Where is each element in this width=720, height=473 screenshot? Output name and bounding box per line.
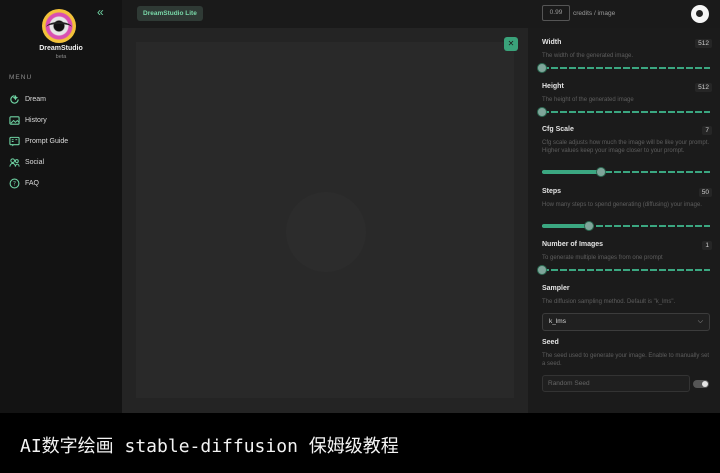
prompt-guide-icon (9, 136, 20, 147)
svg-text:?: ? (13, 181, 16, 188)
number-of-images-setting: Number of Images 1 To generate multiple … (537, 241, 712, 275)
seed-toggle[interactable] (693, 380, 709, 388)
steps-setting: Steps 50 How many steps to spend generat… (542, 188, 712, 231)
cfg-scale-value[interactable]: 7 (702, 126, 712, 135)
dreamstudio-logo (42, 9, 76, 43)
caption-band: AI数字绘画 stable-diffusion 保姆级教程 (0, 413, 720, 473)
height-value[interactable]: 512 (695, 83, 712, 92)
image-canvas[interactable] (136, 42, 514, 398)
steps-description: How many steps to spend generating (diff… (542, 202, 702, 208)
sidebar-item-label: FAQ (25, 180, 40, 187)
sampler-setting: Sampler The diffusion sampling method. D… (542, 285, 712, 331)
slider-thumb[interactable] (537, 107, 547, 117)
cfg-scale-description: Cfg scale adjusts how much the image wil… (542, 140, 710, 154)
sidebar-item-label: History (25, 117, 47, 124)
seed-description: The seed used to generate your image. En… (542, 353, 710, 367)
canvas-placeholder-graphic (286, 192, 366, 272)
height-description: The height of the generated image (542, 97, 634, 103)
width-description: The width of the generated image. (542, 53, 634, 59)
seed-input[interactable]: Random Seed (542, 375, 690, 392)
collapse-sidebar-icon[interactable]: « (97, 6, 109, 18)
steps-label: Steps (542, 188, 562, 195)
brand-name: DreamStudio (39, 45, 83, 52)
cfg-scale-slider[interactable] (542, 167, 710, 177)
number-of-images-value[interactable]: 1 (702, 241, 712, 250)
slider-thumb[interactable] (537, 265, 547, 275)
slider-thumb[interactable] (595, 167, 606, 177)
menu-heading: MENU (9, 74, 33, 81)
sidebar-nav: Dream History Prompt Guide Social ? FAQ (9, 89, 114, 194)
cfg-scale-label: Cfg Scale (542, 126, 574, 133)
width-slider[interactable] (537, 63, 710, 73)
dream-icon (9, 94, 20, 105)
number-of-images-slider[interactable] (537, 265, 710, 275)
slider-thumb[interactable] (537, 63, 547, 73)
sidebar-item-label: Prompt Guide (25, 138, 69, 145)
width-label: Width (542, 39, 562, 46)
faq-icon: ? (9, 178, 20, 189)
sidebar-item-label: Social (25, 159, 45, 166)
slider-thumb[interactable] (584, 221, 595, 231)
sidebar-item-faq[interactable]: ? FAQ (9, 173, 114, 194)
caption-text: AI数字绘画 stable-diffusion 保姆级教程 (20, 436, 399, 457)
history-icon (9, 115, 20, 126)
number-of-images-description: To generate multiple images from one pro… (542, 255, 663, 261)
sampler-select[interactable]: k_lms ⌵ (542, 313, 710, 331)
seed-setting: Seed The seed used to generate your imag… (542, 339, 712, 392)
height-setting: Height 512 The height of the generated i… (537, 83, 712, 117)
height-slider[interactable] (537, 107, 710, 117)
tab-dreamstudio-lite[interactable]: DreamStudio Lite (137, 6, 203, 21)
sidebar-item-label: Dream (25, 96, 47, 103)
sidebar: DreamStudio beta « MENU Dream History Pr… (0, 0, 122, 413)
sidebar-item-dream[interactable]: Dream (9, 89, 114, 110)
app-window: DreamStudio beta « MENU Dream History Pr… (0, 0, 720, 413)
canvas-area (122, 28, 528, 413)
credits-label: credits / image (573, 10, 616, 17)
sampler-selected-value: k_lms (549, 318, 566, 325)
steps-value[interactable]: 50 (698, 188, 712, 197)
avatar[interactable] (691, 5, 709, 23)
width-value[interactable]: 512 (695, 39, 712, 48)
settings-panel: Width 512 The width of the generated ima… (528, 28, 720, 413)
close-icon[interactable] (504, 37, 518, 51)
width-setting: Width 512 The width of the generated ima… (537, 39, 712, 73)
number-of-images-label: Number of Images (542, 241, 604, 248)
credits-per-image-value: 0.99 (542, 5, 570, 21)
sampler-description: The diffusion sampling method. Default i… (542, 299, 676, 305)
seed-label: Seed (542, 339, 559, 346)
sidebar-item-history[interactable]: History (9, 110, 114, 131)
height-label: Height (542, 83, 564, 90)
brand-subtitle: beta (55, 54, 67, 60)
top-bar: DreamStudio Lite 0.99 credits / image (122, 0, 720, 28)
steps-slider[interactable] (542, 221, 710, 231)
social-icon (9, 157, 20, 168)
sidebar-item-social[interactable]: Social (9, 152, 114, 173)
sidebar-item-prompt-guide[interactable]: Prompt Guide (9, 131, 114, 152)
chevron-down-icon: ⌵ (697, 318, 703, 325)
sampler-label: Sampler (542, 285, 570, 292)
cfg-scale-setting: Cfg Scale 7 Cfg scale adjusts how much t… (542, 126, 712, 177)
